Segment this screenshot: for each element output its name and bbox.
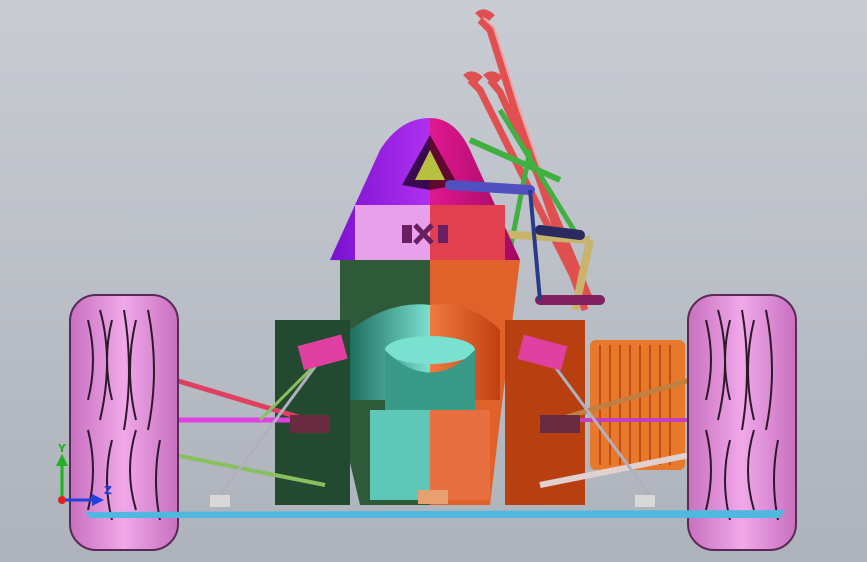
left-front-tire[interactable] [69, 294, 179, 551]
y-axis-label: Y [57, 442, 67, 455]
z-axis-label: Z [104, 484, 112, 497]
cad-viewport[interactable]: Y Z [0, 0, 867, 562]
